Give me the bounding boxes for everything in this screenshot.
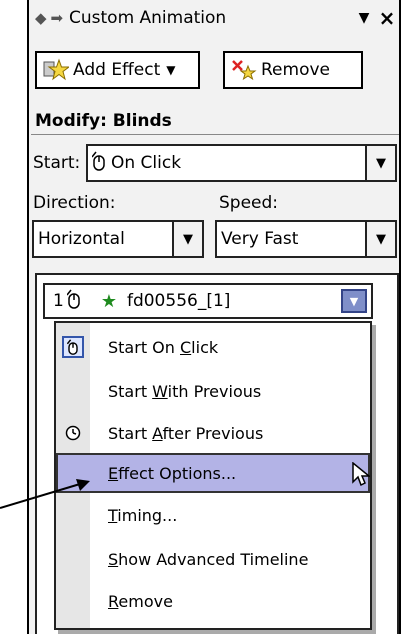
menu-item-label-part: how Advanced Timeline [118,549,309,569]
menu-item-label-part: lick [191,337,219,357]
chevron-down-icon: ▼ [365,146,395,180]
divider [31,134,399,135]
speed-select[interactable]: Very Fast ▼ [215,220,397,258]
direction-select[interactable]: Horizontal ▼ [32,220,204,258]
chevron-down-icon: ▼ [365,222,395,256]
menu-item-label-part: fter Previous [162,423,264,443]
item-name: fd00556_[1] [126,291,231,311]
menu-item-label: Timing... [108,506,177,525]
pane-menu-dropdown-icon[interactable]: ▼ [353,10,375,26]
direction-label: Direction: [33,193,116,213]
add-effect-star-icon [43,58,69,82]
menu-item-label: Remove [108,592,173,611]
menu-item[interactable]: Timing... [56,495,370,535]
menu-item[interactable]: Effect Options... [56,453,370,493]
forward-icon[interactable]: ➡ [51,9,64,27]
mouse-icon [91,151,106,176]
menu-item[interactable]: Show Advanced Timeline [56,539,370,579]
menu-item-label: Start After Previous [108,424,263,443]
back-icon[interactable]: ◆ [35,9,47,27]
menu-item-label-part: ith Previous [167,381,262,401]
direction-value: Horizontal [38,229,125,249]
menu-item-label-part: Start [108,423,153,443]
menu-item-label-part: emove [118,591,173,611]
menu-item-accelerator: S [108,549,119,569]
menu-item-label-part: Start [108,381,153,401]
pane-title-bar: ◆ ➡ Custom Animation ▼ × [29,0,399,36]
menu-item[interactable]: Remove [56,581,370,621]
menu-item[interactable]: Start On Click [56,327,370,367]
start-select[interactable]: On Click ▼ [86,144,397,182]
mouse-pointer-icon [352,461,372,492]
item-context-menu: Start On Click Start With Previous Start A… [54,321,372,630]
menu-item-label-part: Start On [108,337,180,357]
remove-button[interactable]: Remove [223,51,363,89]
pane-title: Custom Animation [69,8,227,28]
speed-label: Speed: [219,193,279,213]
menu-item[interactable]: Start With Previous [56,371,370,411]
menu-item-label-part: iming... [117,505,178,525]
menu-item-accelerator: E [108,463,119,483]
menu-item-label-part: ffect Options... [118,463,237,483]
mouse-icon [56,336,90,358]
menu-item-label: Start With Previous [108,382,261,401]
chevron-down-icon: ▼ [172,222,202,256]
menu-item-accelerator: C [180,337,192,357]
entrance-effect-star-icon: ★ [100,290,117,312]
start-label: Start: [33,153,81,173]
add-effect-button[interactable]: Add Effect ▼ [35,51,200,89]
menu-item-accelerator: W [152,381,168,401]
remove-effect-icon [231,58,257,82]
menu-item-label: Effect Options... [108,464,236,483]
chevron-down-icon: ▼ [166,63,176,77]
menu-item-accelerator: T [108,505,118,525]
start-value: On Click [111,153,182,173]
item-number: 1 [53,291,64,311]
menu-item-label: Start On Click [108,338,218,357]
animation-list-item[interactable]: 1 ★ fd00556_[1] ▼ [43,283,373,319]
menu-item-label: Show Advanced Timeline [108,550,308,569]
item-dropdown-button[interactable]: ▼ [341,289,367,313]
close-icon[interactable]: × [375,6,399,30]
speed-value: Very Fast [221,229,299,249]
clock-icon [56,425,90,441]
menu-item-accelerator: R [108,591,119,611]
remove-label: Remove [261,60,330,80]
modify-heading: Modify: Blinds [35,111,172,131]
add-effect-label: Add Effect [73,60,161,80]
menu-item-accelerator: A [152,423,163,443]
menu-item[interactable]: Start After Previous [56,413,370,453]
mouse-icon [66,289,81,314]
